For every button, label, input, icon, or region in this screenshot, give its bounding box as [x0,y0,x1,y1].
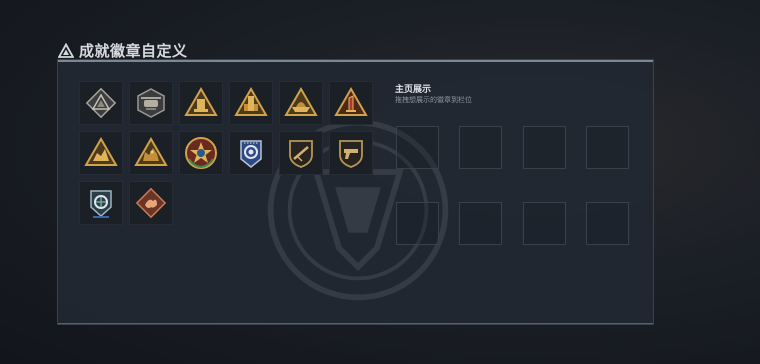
badge-slot[interactable] [229,131,273,175]
number-one-triangle-badge-icon [334,86,368,116]
ship-triangle-badge-icon [284,86,318,116]
rifle-shield-badge-icon [289,140,313,168]
showcase-slot[interactable] [396,202,439,245]
emblem-shield-badge-icon [90,190,112,218]
dragon-diamond-badge-icon [135,187,167,219]
badge-slot[interactable] [129,181,173,225]
mountain-triangle-badge-icon [85,87,117,119]
blue-shield-badge-icon [240,140,262,168]
badge-slot[interactable] [79,131,123,175]
triangle-icon [58,42,74,59]
badge-slot[interactable] [279,131,323,175]
badge-customize-panel: 主页展示 拖拽想展示的徽章到栏位 [57,59,654,325]
showcase-slot[interactable] [459,126,502,169]
showcase-slot[interactable] [523,126,566,169]
badge-slot[interactable] [329,131,373,175]
showcase-title: 主页展示 [395,84,432,94]
panel-top-border [58,60,653,62]
panel-bottom-border [58,323,653,324]
star-wreath-badge-icon [185,137,217,169]
badge-slot[interactable] [179,131,223,175]
badge-slot[interactable] [79,181,123,225]
showcase-slot[interactable] [396,126,439,169]
helicopter-badge-icon [137,88,165,118]
showcase-hint: 拖拽想展示的徽章到栏位 [395,97,472,104]
building-triangle-badge-icon [234,86,268,116]
badge-slot[interactable] [129,81,173,125]
pistol-shield-badge-icon [339,140,363,168]
tower-triangle-badge-icon [184,86,218,116]
showcase-slot[interactable] [586,126,629,169]
badge-slot[interactable] [279,81,323,125]
badge-slot[interactable] [329,81,373,125]
badge-slot[interactable] [79,81,123,125]
badge-slot[interactable] [229,81,273,125]
rider-triangle-badge-icon [84,136,118,166]
badge-slot[interactable] [129,131,173,175]
window-title: 成就徽章自定义 [58,40,188,61]
beast-triangle-badge-icon [134,136,168,166]
showcase-slot[interactable] [523,202,566,245]
showcase-slot[interactable] [459,202,502,245]
badge-slot[interactable] [179,81,223,125]
window-title-text: 成就徽章自定义 [79,43,188,60]
showcase-slot[interactable] [586,202,629,245]
